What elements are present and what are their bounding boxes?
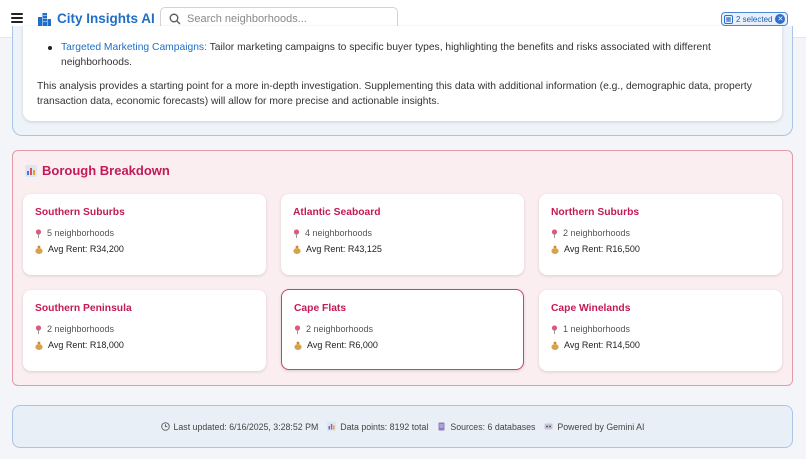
clear-icon[interactable]: ✕ <box>775 14 786 24</box>
pin-icon <box>294 324 301 334</box>
borough-breakdown: Borough Breakdown Southern Suburbs 5 nei… <box>12 150 793 386</box>
avg-rent-text: Avg Rent: R14,500 <box>564 340 640 350</box>
data-points-text: Data points: 8192 total <box>340 421 429 432</box>
avg-rent-text: Avg Rent: R6,000 <box>307 340 378 350</box>
pin-icon <box>551 228 558 238</box>
pin-icon <box>35 324 42 334</box>
money-bag-icon <box>551 341 559 350</box>
selection-icon: ▦ <box>724 14 733 24</box>
avg-rent: Avg Rent: R16,500 <box>551 244 770 254</box>
bullet-label: Targeted Marketing Campaigns: <box>61 42 207 53</box>
borough-title-row: Borough Breakdown <box>25 163 170 178</box>
borough-name: Northern Suburbs <box>551 207 640 218</box>
analysis-card: Targeted Marketing Campaigns: Tailor mar… <box>23 26 782 121</box>
pin-icon <box>551 324 558 334</box>
neighborhood-count: 2 neighborhoods <box>551 228 770 238</box>
neighborhood-count: 5 neighborhoods <box>35 228 254 238</box>
powered-by: Powered by Gemini AI <box>544 422 644 432</box>
powered-by-text: Powered by Gemini AI <box>557 421 645 432</box>
avg-rent: Avg Rent: R18,000 <box>35 340 254 350</box>
database-icon <box>438 422 445 431</box>
pin-icon <box>293 228 300 238</box>
borough-card-atlantic-seaboard[interactable]: Atlantic Seaboard 4 neighborhoods Avg Re… <box>281 194 524 275</box>
sources-text: Sources: 6 databases <box>450 421 536 432</box>
chart-icon <box>25 164 37 177</box>
section-title: Borough Breakdown <box>42 163 170 178</box>
clock-icon <box>160 422 170 431</box>
data-points: Data points: 8192 total <box>327 422 428 432</box>
selection-label: 2 selected <box>736 14 773 24</box>
avg-rent-text: Avg Rent: R43,125 <box>306 244 382 254</box>
app-title: City Insights AI <box>57 11 155 26</box>
avg-rent: Avg Rent: R34,200 <box>35 244 254 254</box>
borough-card-cape-flats[interactable]: Cape Flats 2 neighborhoods Avg Rent: R6,… <box>281 289 524 370</box>
neighborhood-count: 4 neighborhoods <box>293 228 512 238</box>
neighborhood-count-text: 1 neighborhoods <box>563 324 631 334</box>
borough-name: Atlantic Seaboard <box>293 207 381 218</box>
money-bag-icon <box>35 341 43 350</box>
avg-rent: Avg Rent: R14,500 <box>551 340 770 350</box>
avg-rent-text: Avg Rent: R18,000 <box>48 340 124 350</box>
money-bag-icon <box>551 245 559 254</box>
borough-name: Southern Suburbs <box>35 207 125 218</box>
borough-card-southern-peninsula[interactable]: Southern Peninsula 2 neighborhoods Avg R… <box>23 290 266 371</box>
avg-rent: Avg Rent: R6,000 <box>294 340 511 350</box>
money-bag-icon <box>294 341 302 350</box>
neighborhood-count-text: 4 neighborhoods <box>305 228 373 238</box>
borough-card-southern-suburbs[interactable]: Southern Suburbs 5 neighborhoods Avg Ren… <box>23 194 266 275</box>
sources: Sources: 6 databases <box>437 422 535 432</box>
city-icon <box>38 12 51 26</box>
neighborhood-count-text: 2 neighborhoods <box>306 324 374 334</box>
bar-chart-icon <box>327 422 337 431</box>
borough-name: Cape Flats <box>294 303 347 314</box>
search-icon <box>169 13 181 25</box>
ai-icon <box>544 423 553 430</box>
money-bag-icon <box>293 245 301 254</box>
analysis-paragraph: This analysis provides a starting point … <box>37 81 752 107</box>
borough-card-cape-winelands[interactable]: Cape Winelands 1 neighborhoods Avg Rent:… <box>539 290 782 371</box>
neighborhood-count: 1 neighborhoods <box>551 324 770 334</box>
avg-rent-text: Avg Rent: R34,200 <box>48 244 124 254</box>
analysis-bullet: Targeted Marketing Campaigns: Tailor mar… <box>37 40 768 70</box>
avg-rent-text: Avg Rent: R16,500 <box>564 244 640 254</box>
borough-name: Southern Peninsula <box>35 303 132 314</box>
last-updated: Last updated: 6/16/2025, 3:28:52 PM <box>160 421 319 432</box>
borough-card-northern-suburbs[interactable]: Northern Suburbs 2 neighborhoods Avg Ren… <box>539 194 782 275</box>
search-input[interactable] <box>187 13 387 25</box>
menu-icon[interactable] <box>11 13 23 23</box>
neighborhood-count-text: 2 neighborhoods <box>47 324 115 334</box>
footer-bar: Last updated: 6/16/2025, 3:28:52 PM Data… <box>12 405 793 448</box>
money-bag-icon <box>35 245 43 254</box>
neighborhood-count-text: 5 neighborhoods <box>47 228 115 238</box>
neighborhood-count: 2 neighborhoods <box>35 324 254 334</box>
selection-badge[interactable]: ▦ 2 selected ✕ <box>721 12 789 26</box>
pin-icon <box>35 228 42 238</box>
app-brand[interactable]: City Insights AI <box>38 11 155 26</box>
avg-rent: Avg Rent: R43,125 <box>293 244 512 254</box>
borough-name: Cape Winelands <box>551 303 631 314</box>
neighborhood-count-text: 2 neighborhoods <box>563 228 631 238</box>
analysis-section: Targeted Marketing Campaigns: Tailor mar… <box>12 26 793 136</box>
neighborhood-count: 2 neighborhoods <box>294 324 511 334</box>
last-updated-text: Last updated: 6/16/2025, 3:28:52 PM <box>173 421 319 432</box>
